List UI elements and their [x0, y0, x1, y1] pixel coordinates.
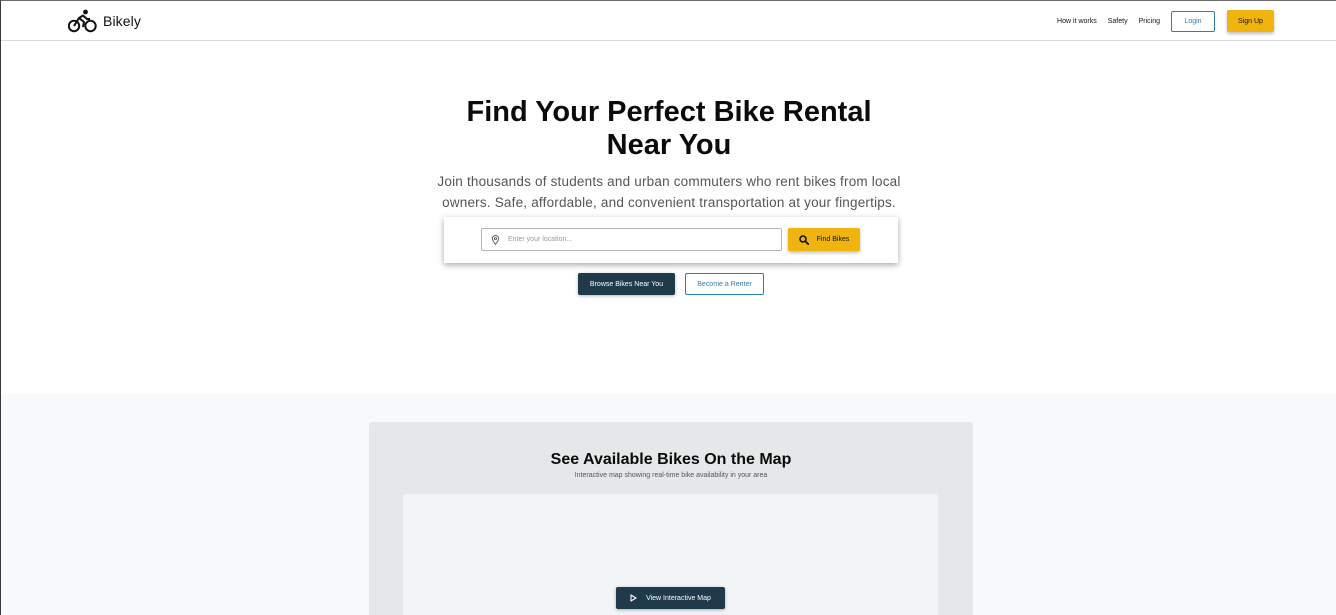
- find-bikes-label: Find Bikes: [816, 236, 850, 243]
- search-placeholder: Enter your location...: [508, 236, 573, 243]
- location-search-input[interactable]: Enter your location...: [481, 228, 782, 251]
- hero-title-line-2: Near You: [606, 129, 732, 161]
- brand-name: Bikely: [103, 13, 141, 29]
- map-section-subtitle: Interactive map showing real-time bike a…: [574, 472, 768, 479]
- main-nav: How it works Safety Pricing Login Sign U…: [1057, 10, 1274, 32]
- map-placeholder[interactable]: View Interactive Map: [403, 494, 938, 615]
- bicycle-rider-icon: [68, 9, 97, 33]
- hero-title-line-1: Find Your Perfect Bike Rental: [466, 96, 872, 128]
- hero-subtitle-line-2: owners. Safe, affordable, and convenient…: [442, 195, 896, 210]
- location-search-card: Enter your location... Find Bikes: [444, 217, 898, 263]
- top-navbar: Bikely How it works Safety Pricing Login…: [1, 1, 1336, 41]
- view-interactive-map-label: View Interactive Map: [646, 594, 711, 602]
- map-card: See Available Bikes On the Map Interacti…: [369, 422, 973, 615]
- hero-subtitle: Join thousands of students and urban com…: [1, 171, 1336, 213]
- brand-logo[interactable]: Bikely: [68, 9, 141, 33]
- hero-subtitle-line-1: Join thousands of students and urban com…: [437, 174, 901, 189]
- browse-bikes-button[interactable]: Browse Bikes Near You: [578, 273, 675, 295]
- play-icon: [630, 594, 637, 602]
- become-renter-button[interactable]: Become a Renter: [685, 273, 764, 295]
- nav-pricing[interactable]: Pricing: [1139, 18, 1160, 25]
- map-section: See Available Bikes On the Map Interacti…: [1, 394, 1336, 615]
- hero-title: Find Your Perfect Bike Rental Near You: [1, 96, 1336, 162]
- login-button[interactable]: Login: [1171, 10, 1215, 32]
- map-section-title: See Available Bikes On the Map: [550, 451, 792, 468]
- map-pin-icon: [491, 234, 500, 245]
- find-bikes-button[interactable]: Find Bikes: [788, 228, 860, 251]
- view-interactive-map-button[interactable]: View Interactive Map: [616, 587, 725, 609]
- nav-how-it-works[interactable]: How it works: [1057, 18, 1097, 25]
- signup-button[interactable]: Sign Up: [1227, 10, 1274, 32]
- nav-safety[interactable]: Safety: [1108, 18, 1128, 25]
- search-icon: [798, 234, 809, 245]
